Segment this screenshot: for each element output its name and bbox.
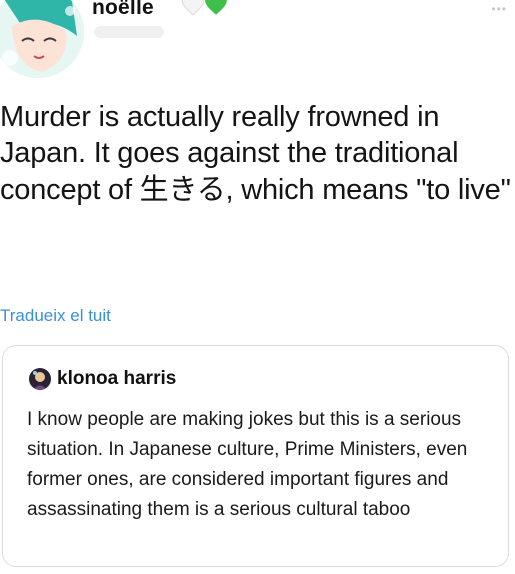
more-options-icon[interactable]: •••	[491, 2, 507, 16]
author-handle-redacted	[94, 26, 164, 38]
quoted-author-name[interactable]: klonoa harris	[57, 368, 176, 390]
quoted-tweet-text: I know people are making jokes but this …	[27, 409, 468, 520]
green-heart-icon	[205, 0, 227, 15]
tweet-text-japanese: 生きる	[139, 172, 226, 206]
tweet-text-end: , which means "to live"	[225, 174, 511, 206]
translate-tweet-link[interactable]: Tradueix el tuit	[0, 306, 111, 326]
anime-avatar-image	[0, 0, 84, 78]
dark-avatar-image	[29, 368, 51, 390]
tweet-text: Murder is actually really frowned in Jap…	[0, 99, 515, 208]
author-name[interactable]: noëlle	[92, 0, 154, 20]
quoted-tweet-card[interactable]: klonoa harris I know people are making j…	[2, 345, 509, 567]
quoted-author-avatar[interactable]	[29, 368, 51, 390]
post-header: noëlle •••	[0, 0, 515, 80]
author-avatar[interactable]	[0, 0, 84, 78]
